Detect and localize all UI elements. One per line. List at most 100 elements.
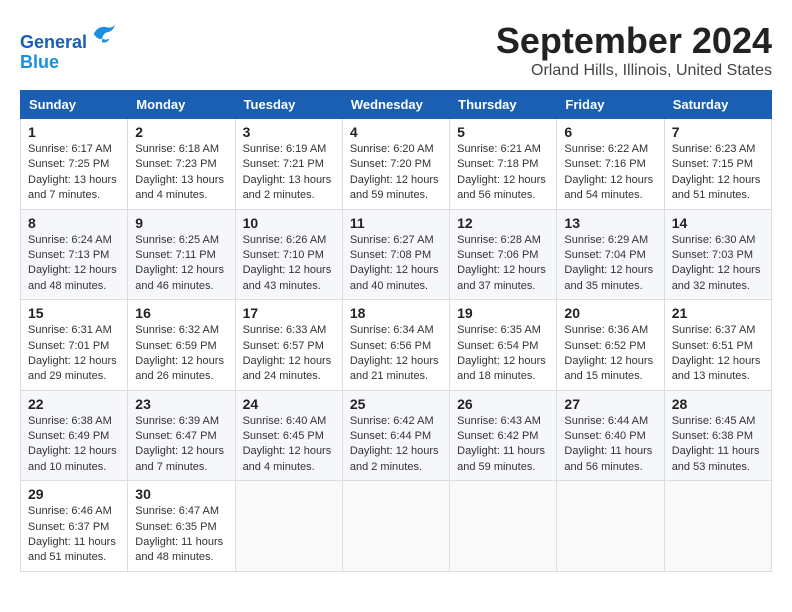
calendar-cell <box>557 481 664 572</box>
week-row-5: 29 Sunrise: 6:46 AMSunset: 6:37 PMDayligh… <box>21 481 772 572</box>
day-number: 24 <box>243 396 335 412</box>
calendar-cell: 8 Sunrise: 6:24 AMSunset: 7:13 PMDaylight… <box>21 209 128 300</box>
calendar-cell: 21 Sunrise: 6:37 AMSunset: 6:51 PMDayligh… <box>664 300 771 391</box>
day-number: 7 <box>672 124 764 140</box>
week-row-1: 1 Sunrise: 6:17 AMSunset: 7:25 PMDaylight… <box>21 119 772 210</box>
calendar-table: SundayMondayTuesdayWednesdayThursdayFrid… <box>20 90 772 572</box>
day-number: 10 <box>243 215 335 231</box>
day-info: Sunrise: 6:44 AMSunset: 6:40 PMDaylight:… <box>564 414 656 476</box>
calendar-cell: 19Sunrise: 6:35 AMSunset: 6:54 PMDayligh… <box>450 300 557 391</box>
location-title: Orland Hills, Illinois, United States <box>496 62 772 80</box>
calendar-cell: 28Sunrise: 6:45 AMSunset: 6:38 PMDayligh… <box>664 390 771 481</box>
day-info: Sunrise: 6:27 AMSunset: 7:08 PMDaylight:… <box>350 233 442 295</box>
calendar-cell: 27 Sunrise: 6:44 AMSunset: 6:40 PMDayligh… <box>557 390 664 481</box>
day-info: Sunrise: 6:29 AMSunset: 7:04 PMDaylight:… <box>564 233 656 295</box>
day-info: Sunrise: 6:17 AMSunset: 7:25 PMDaylight:… <box>28 142 120 204</box>
day-number: 30 <box>135 486 227 502</box>
day-info: Sunrise: 6:35 AMSunset: 6:54 PMDaylight:… <box>457 323 549 385</box>
day-number: 6 <box>564 124 656 140</box>
day-number: 4 <box>350 124 442 140</box>
calendar-cell: 20Sunrise: 6:36 AMSunset: 6:52 PMDayligh… <box>557 300 664 391</box>
calendar-cell <box>342 481 449 572</box>
day-number: 1 <box>28 124 120 140</box>
day-number: 25 <box>350 396 442 412</box>
calendar-cell: 6 Sunrise: 6:22 AMSunset: 7:16 PMDaylight… <box>557 119 664 210</box>
calendar-cell: 5Sunrise: 6:21 AMSunset: 7:18 PMDaylight… <box>450 119 557 210</box>
title-section: September 2024 Orland Hills, Illinois, U… <box>496 20 772 80</box>
calendar-cell: 1 Sunrise: 6:17 AMSunset: 7:25 PMDaylight… <box>21 119 128 210</box>
day-info: Sunrise: 6:24 AMSunset: 7:13 PMDaylight:… <box>28 233 120 295</box>
day-info: Sunrise: 6:22 AMSunset: 7:16 PMDaylight:… <box>564 142 656 204</box>
day-number: 3 <box>243 124 335 140</box>
calendar-cell: 7 Sunrise: 6:23 AMSunset: 7:15 PMDaylight… <box>664 119 771 210</box>
day-info: Sunrise: 6:20 AMSunset: 7:20 PMDaylight:… <box>350 142 442 204</box>
weekday-header-row: SundayMondayTuesdayWednesdayThursdayFrid… <box>21 91 772 119</box>
calendar-cell: 25 Sunrise: 6:42 AMSunset: 6:44 PMDayligh… <box>342 390 449 481</box>
logo-line2: Blue <box>20 52 59 72</box>
day-number: 11 <box>350 215 442 231</box>
calendar-cell: 23Sunrise: 6:39 AMSunset: 6:47 PMDayligh… <box>128 390 235 481</box>
week-row-4: 22 Sunrise: 6:38 AMSunset: 6:49 PMDayligh… <box>21 390 772 481</box>
day-info: Sunrise: 6:42 AMSunset: 6:44 PMDaylight:… <box>350 414 442 476</box>
day-number: 13 <box>564 215 656 231</box>
logo-line1: General <box>20 32 87 52</box>
day-number: 5 <box>457 124 549 140</box>
logo-text: General Blue <box>20 20 117 73</box>
day-number: 21 <box>672 305 764 321</box>
calendar-cell: 30 Sunrise: 6:47 AMSunset: 6:35 PMDayligh… <box>128 481 235 572</box>
day-info: Sunrise: 6:46 AMSunset: 6:37 PMDaylight:… <box>28 504 120 566</box>
calendar-cell: 13 Sunrise: 6:29 AMSunset: 7:04 PMDayligh… <box>557 209 664 300</box>
month-title: September 2024 <box>496 20 772 62</box>
day-info: Sunrise: 6:23 AMSunset: 7:15 PMDaylight:… <box>672 142 764 204</box>
week-row-3: 15Sunrise: 6:31 AMSunset: 7:01 PMDayligh… <box>21 300 772 391</box>
weekday-header-thursday: Thursday <box>450 91 557 119</box>
page-header: General Blue September 2024 Orland Hills… <box>20 20 772 80</box>
week-row-2: 8 Sunrise: 6:24 AMSunset: 7:13 PMDaylight… <box>21 209 772 300</box>
calendar-cell: 2 Sunrise: 6:18 AMSunset: 7:23 PMDaylight… <box>128 119 235 210</box>
day-info: Sunrise: 6:33 AMSunset: 6:57 PMDaylight:… <box>243 323 335 385</box>
calendar-cell: 10Sunrise: 6:26 AMSunset: 7:10 PMDayligh… <box>235 209 342 300</box>
calendar-cell: 18Sunrise: 6:34 AMSunset: 6:56 PMDayligh… <box>342 300 449 391</box>
day-number: 29 <box>28 486 120 502</box>
logo: General Blue <box>20 20 117 73</box>
day-info: Sunrise: 6:43 AMSunset: 6:42 PMDaylight:… <box>457 414 549 476</box>
day-number: 2 <box>135 124 227 140</box>
calendar-cell: 29 Sunrise: 6:46 AMSunset: 6:37 PMDayligh… <box>21 481 128 572</box>
calendar-cell: 11 Sunrise: 6:27 AMSunset: 7:08 PMDayligh… <box>342 209 449 300</box>
day-number: 27 <box>564 396 656 412</box>
calendar-cell: 17 Sunrise: 6:33 AMSunset: 6:57 PMDayligh… <box>235 300 342 391</box>
calendar-cell <box>664 481 771 572</box>
calendar-cell: 16 Sunrise: 6:32 AMSunset: 6:59 PMDayligh… <box>128 300 235 391</box>
day-number: 12 <box>457 215 549 231</box>
day-info: Sunrise: 6:25 AMSunset: 7:11 PMDaylight:… <box>135 233 227 295</box>
calendar-cell: 15Sunrise: 6:31 AMSunset: 7:01 PMDayligh… <box>21 300 128 391</box>
calendar-cell <box>450 481 557 572</box>
day-info: Sunrise: 6:40 AMSunset: 6:45 PMDaylight:… <box>243 414 335 476</box>
weekday-header-saturday: Saturday <box>664 91 771 119</box>
calendar-cell: 4 Sunrise: 6:20 AMSunset: 7:20 PMDaylight… <box>342 119 449 210</box>
day-info: Sunrise: 6:37 AMSunset: 6:51 PMDaylight:… <box>672 323 764 385</box>
day-number: 17 <box>243 305 335 321</box>
day-info: Sunrise: 6:32 AMSunset: 6:59 PMDaylight:… <box>135 323 227 385</box>
calendar-cell: 26Sunrise: 6:43 AMSunset: 6:42 PMDayligh… <box>450 390 557 481</box>
day-number: 23 <box>135 396 227 412</box>
day-number: 20 <box>564 305 656 321</box>
day-info: Sunrise: 6:28 AMSunset: 7:06 PMDaylight:… <box>457 233 549 295</box>
day-info: Sunrise: 6:30 AMSunset: 7:03 PMDaylight:… <box>672 233 764 295</box>
calendar-cell: 14 Sunrise: 6:30 AMSunset: 7:03 PMDayligh… <box>664 209 771 300</box>
calendar-cell: 24 Sunrise: 6:40 AMSunset: 6:45 PMDayligh… <box>235 390 342 481</box>
calendar-cell: 3Sunrise: 6:19 AMSunset: 7:21 PMDaylight… <box>235 119 342 210</box>
day-info: Sunrise: 6:38 AMSunset: 6:49 PMDaylight:… <box>28 414 120 476</box>
day-info: Sunrise: 6:31 AMSunset: 7:01 PMDaylight:… <box>28 323 120 385</box>
calendar-cell: 12 Sunrise: 6:28 AMSunset: 7:06 PMDayligh… <box>450 209 557 300</box>
day-number: 8 <box>28 215 120 231</box>
logo-bird-icon <box>89 20 117 48</box>
day-info: Sunrise: 6:45 AMSunset: 6:38 PMDaylight:… <box>672 414 764 476</box>
weekday-header-monday: Monday <box>128 91 235 119</box>
calendar-cell: 22 Sunrise: 6:38 AMSunset: 6:49 PMDayligh… <box>21 390 128 481</box>
day-number: 22 <box>28 396 120 412</box>
day-info: Sunrise: 6:47 AMSunset: 6:35 PMDaylight:… <box>135 504 227 566</box>
day-number: 16 <box>135 305 227 321</box>
day-number: 14 <box>672 215 764 231</box>
day-info: Sunrise: 6:18 AMSunset: 7:23 PMDaylight:… <box>135 142 227 204</box>
